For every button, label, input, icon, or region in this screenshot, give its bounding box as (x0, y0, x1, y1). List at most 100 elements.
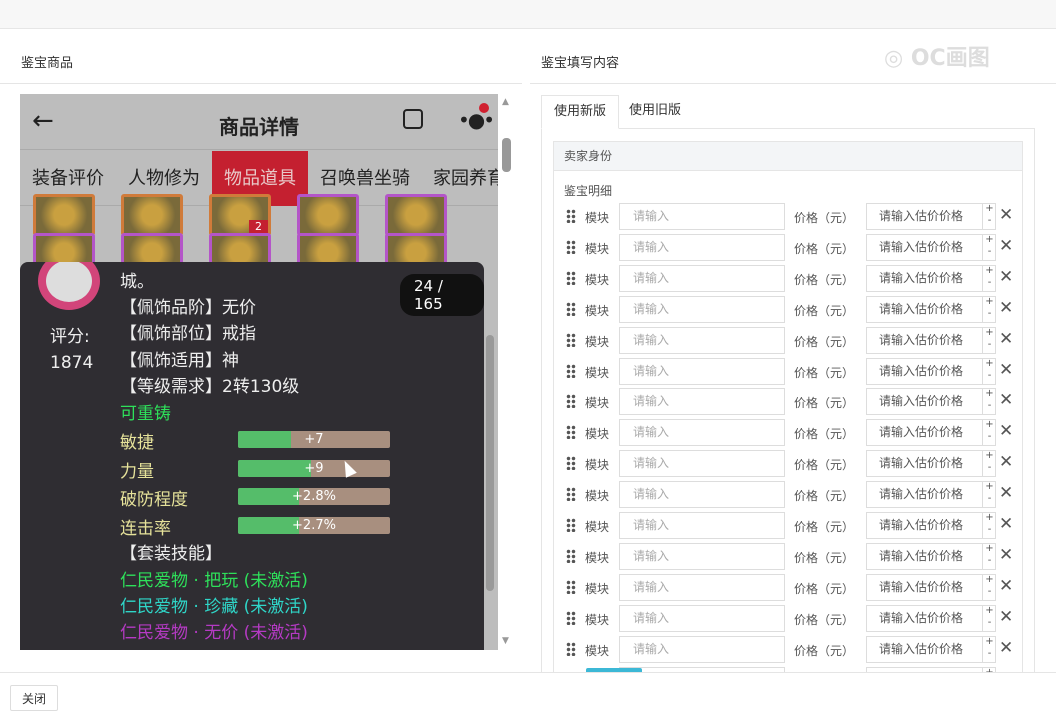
drag-handle-icon[interactable] (566, 610, 576, 625)
more-icon[interactable]: •●• (458, 108, 495, 132)
module-input[interactable]: 请输入 (619, 203, 785, 230)
drag-handle-icon[interactable] (566, 394, 576, 409)
price-stepper[interactable]: +- (982, 419, 996, 447)
module-input[interactable]: 请输入 (619, 264, 785, 292)
price-stepper[interactable]: +- (982, 604, 996, 632)
module-input[interactable]: 请输入 (619, 481, 785, 509)
remove-row-icon[interactable]: ✕ (999, 576, 1013, 596)
drag-handle-icon[interactable] (566, 487, 576, 502)
module-input[interactable]: 请输入 (619, 512, 785, 539)
phone-header: ← 商品详情 •●• (20, 94, 498, 150)
price-stepper[interactable]: +- (982, 635, 996, 663)
price-input[interactable]: 请输入估价价格 (866, 512, 996, 539)
price-stepper[interactable]: +- (982, 542, 996, 570)
price-stepper[interactable]: +- (982, 326, 996, 354)
price-stepper[interactable]: +- (982, 388, 996, 416)
price-stepper[interactable]: +- (982, 450, 996, 478)
divider (0, 83, 522, 84)
drag-handle-icon[interactable] (566, 239, 576, 254)
price-input[interactable]: 请输入估价价格 (866, 450, 996, 478)
price-stepper[interactable]: +- (982, 512, 996, 539)
drag-handle-icon[interactable] (566, 270, 576, 285)
drag-handle-icon[interactable] (566, 548, 576, 563)
module-input[interactable]: 请输入 (619, 419, 785, 447)
price-input[interactable]: 请输入估价价格 (866, 635, 996, 663)
price-label: 价格（元） (794, 211, 855, 225)
item-slot[interactable] (385, 194, 447, 236)
module-input[interactable]: 请输入 (619, 388, 785, 416)
drag-handle-icon[interactable] (566, 363, 576, 378)
tab-old-version[interactable]: 使用旧版 (617, 95, 693, 129)
share-icon[interactable] (403, 109, 423, 129)
price-input[interactable]: 请输入估价价格 (866, 326, 996, 354)
price-input[interactable]: 请输入估价价格 (866, 419, 996, 447)
scroll-up-arrow[interactable]: ▲ (502, 97, 509, 107)
remove-row-icon[interactable]: ✕ (999, 298, 1013, 318)
price-input[interactable]: 请输入估价价格 (866, 604, 996, 632)
remove-row-icon[interactable]: ✕ (999, 360, 1013, 380)
drag-handle-icon[interactable] (566, 641, 576, 656)
module-input[interactable]: 请输入 (619, 573, 785, 601)
remove-row-icon[interactable]: ✕ (999, 390, 1013, 410)
drag-handle-icon[interactable] (566, 518, 576, 532)
module-input[interactable]: 请输入 (619, 635, 785, 663)
module-input[interactable]: 请输入 (619, 326, 785, 354)
price-stepper[interactable]: +- (982, 357, 996, 385)
preview-scrollbar[interactable] (502, 138, 511, 172)
module-label: 模块 (585, 396, 610, 411)
close-button[interactable]: 关闭 (10, 685, 58, 711)
remove-row-icon[interactable]: ✕ (999, 607, 1013, 627)
price-input[interactable]: 请输入估价价格 (866, 233, 996, 261)
remove-row-icon[interactable]: ✕ (999, 483, 1013, 503)
item-slot[interactable] (33, 194, 95, 236)
drag-handle-icon[interactable] (566, 456, 576, 471)
remove-row-icon[interactable]: ✕ (999, 514, 1013, 534)
drag-handle-icon[interactable] (566, 579, 576, 594)
drag-handle-icon[interactable] (566, 425, 576, 440)
module-input[interactable]: 请输入 (619, 450, 785, 478)
price-stepper[interactable]: +- (982, 233, 996, 261)
module-input[interactable]: 请输入 (619, 542, 785, 570)
price-label: 价格（元） (794, 581, 855, 596)
price-input[interactable]: 请输入估价价格 (866, 573, 996, 601)
remove-row-icon[interactable]: ✕ (999, 421, 1013, 441)
price-stepper[interactable]: +- (982, 573, 996, 601)
price-label: 价格（元） (794, 550, 855, 565)
remove-row-icon[interactable]: ✕ (999, 205, 1013, 225)
drag-handle-icon[interactable] (566, 332, 576, 347)
module-input[interactable]: 请输入 (619, 357, 785, 385)
price-stepper[interactable]: +- (982, 264, 996, 292)
module-label: 模块 (585, 211, 610, 225)
tab-new-version[interactable]: 使用新版 (541, 95, 620, 129)
price-input[interactable]: 请输入估价价格 (866, 481, 996, 509)
price-input[interactable]: 请输入估价价格 (866, 388, 996, 416)
tooltip-scrollbar[interactable] (486, 335, 494, 591)
price-input[interactable]: 请输入估价价格 (866, 357, 996, 385)
price-input[interactable]: 请输入估价价格 (866, 295, 996, 323)
item-slot[interactable] (297, 194, 359, 236)
price-stepper[interactable]: +- (982, 203, 996, 230)
remove-row-icon[interactable]: ✕ (999, 638, 1013, 658)
price-stepper[interactable]: +- (982, 481, 996, 509)
module-label: 模块 (585, 427, 610, 442)
remove-row-icon[interactable]: ✕ (999, 329, 1013, 349)
item-slot[interactable] (121, 194, 183, 236)
price-input[interactable]: 请输入估价价格 (866, 203, 996, 230)
remove-row-icon[interactable]: ✕ (999, 267, 1013, 287)
remove-row-icon[interactable]: ✕ (999, 236, 1013, 256)
item-counter: 24 / 165 (400, 274, 484, 316)
drag-handle-icon[interactable] (566, 301, 576, 316)
remove-row-icon[interactable]: ✕ (999, 452, 1013, 472)
price-input[interactable]: 请输入估价价格 (866, 542, 996, 570)
module-input[interactable]: 请输入 (619, 295, 785, 323)
drag-handle-icon[interactable] (566, 209, 576, 223)
item-slot[interactable]: 2 (209, 194, 271, 236)
price-input[interactable]: 请输入估价价格 (866, 264, 996, 292)
module-input[interactable]: 请输入 (619, 604, 785, 632)
appraisal-row: 模块 请输入 价格（元） 请输入估价价格 +- ✕ (566, 388, 1026, 416)
scroll-down-arrow[interactable]: ▼ (502, 636, 509, 646)
remove-row-icon[interactable]: ✕ (999, 545, 1013, 565)
price-stepper[interactable]: +- (982, 295, 996, 323)
module-input[interactable]: 请输入 (619, 233, 785, 261)
appraisal-row: 模块 请输入 价格（元） 请输入估价价格 +- ✕ (566, 450, 1026, 478)
